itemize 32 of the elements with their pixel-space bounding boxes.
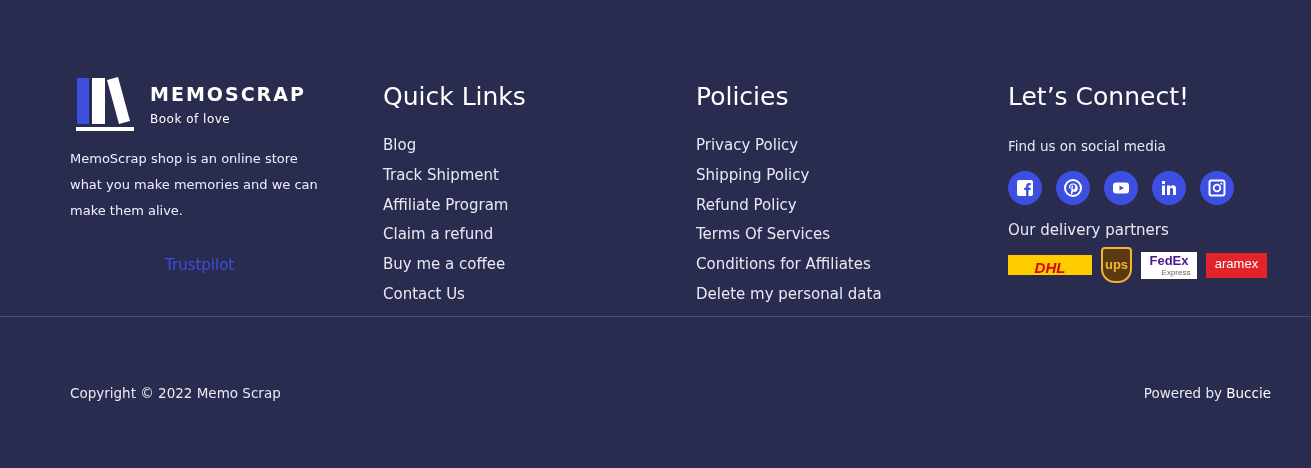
footer-link[interactable]: Privacy Policy xyxy=(696,131,799,161)
footer-link[interactable]: Affiliate Program xyxy=(383,190,509,221)
youtube-icon[interactable] xyxy=(1104,171,1138,205)
footer-link[interactable]: Delete my personal data xyxy=(696,280,882,310)
footer-link[interactable]: Blog xyxy=(383,131,417,161)
footer-link[interactable]: Shipping Policy xyxy=(696,160,810,191)
pinterest-icon[interactable] xyxy=(1056,171,1090,205)
linkedin-icon[interactable] xyxy=(1152,171,1186,205)
column-heading: Quick Links xyxy=(383,82,526,111)
brand-tagline: Book of love xyxy=(150,111,232,126)
footer-link[interactable]: Claim a refund xyxy=(383,220,494,251)
fedex-logo: FedEx Express xyxy=(1141,251,1197,279)
brand-name: MEMOSCRAP xyxy=(150,82,306,105)
social-label: Find us on social media xyxy=(1008,138,1166,154)
footer-link[interactable]: Buy me a coffee xyxy=(383,250,506,280)
footer-link[interactable]: Conditions for Affiliates xyxy=(696,250,871,280)
footer-link[interactable]: Refund Policy xyxy=(696,190,797,221)
dhl-logo: DHL xyxy=(1008,255,1092,275)
footer-link[interactable]: Terms Of Services xyxy=(696,220,831,251)
footer-link[interactable]: Track Shipment xyxy=(383,160,499,191)
column-heading: Let’s Connect! xyxy=(1008,82,1189,111)
facebook-icon[interactable] xyxy=(1008,171,1042,205)
store-description: MemoScrap shop is an online store what you make memories and we can make them alive. xyxy=(70,150,319,220)
instagram-icon[interactable] xyxy=(1200,171,1234,205)
aramex-logo: aramex xyxy=(1206,252,1267,278)
ups-shield-logo: ups xyxy=(1101,247,1132,283)
powered-by-text: Powered by Buccie xyxy=(1143,384,1271,401)
footer-link[interactable]: Contact Us xyxy=(383,280,465,310)
partners-label: Our delivery partners xyxy=(1008,221,1169,239)
column-heading: Policies xyxy=(696,82,789,111)
books-logo-icon xyxy=(76,76,136,132)
copyright-text: Copyright © 2022 Memo Scrap xyxy=(70,384,281,401)
